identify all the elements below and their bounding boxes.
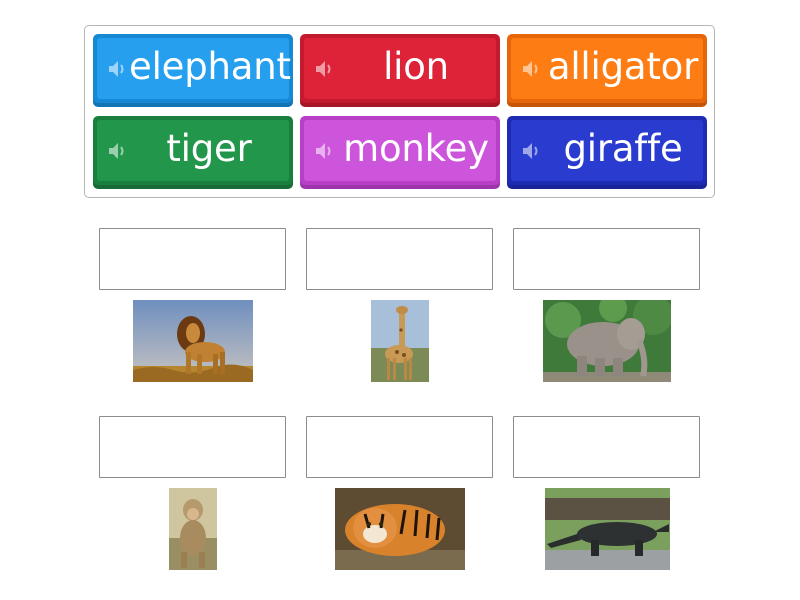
tile-label: tiger [166, 127, 252, 170]
monkey-photo [169, 488, 217, 570]
tile-monkey[interactable]: monkey [300, 116, 500, 189]
drop-slot-5[interactable] [306, 416, 493, 478]
tile-alligator[interactable]: alligator [507, 34, 707, 107]
drop-slot-4[interactable] [99, 416, 286, 478]
tile-label: lion [383, 45, 449, 88]
tile-giraffe[interactable]: giraffe [507, 116, 707, 189]
tile-lion[interactable]: lion [300, 34, 500, 107]
word-bank: elephant lion alligator tiger monkey gir… [84, 25, 715, 198]
drop-slot-6[interactable] [513, 416, 700, 478]
drop-slot-2[interactable] [306, 228, 493, 290]
speaker-icon[interactable] [107, 141, 129, 161]
speaker-icon[interactable] [521, 59, 543, 79]
drop-slot-1[interactable] [99, 228, 286, 290]
tile-label: giraffe [563, 127, 683, 170]
giraffe-photo [371, 300, 429, 382]
alligator-photo [545, 488, 670, 570]
tile-label: elephant [129, 45, 291, 88]
tile-label: monkey [343, 127, 489, 170]
speaker-icon[interactable] [314, 59, 336, 79]
tiger-photo [335, 488, 465, 570]
speaker-icon[interactable] [314, 141, 336, 161]
tile-elephant[interactable]: elephant [93, 34, 293, 107]
tile-label: alligator [547, 45, 699, 88]
speaker-icon[interactable] [107, 59, 129, 79]
drop-slot-3[interactable] [513, 228, 700, 290]
lion-photo [133, 300, 253, 382]
tile-tiger[interactable]: tiger [93, 116, 293, 189]
speaker-icon[interactable] [521, 141, 543, 161]
elephant-photo [543, 300, 671, 382]
